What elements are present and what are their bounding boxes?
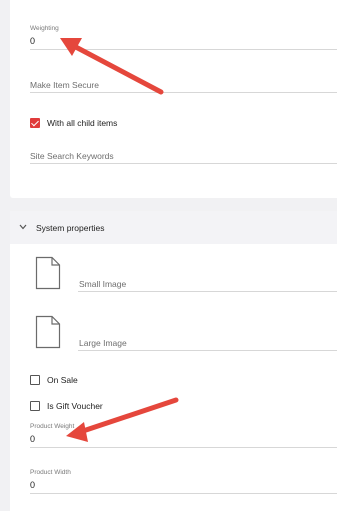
annotation-overlay bbox=[60, 38, 179, 442]
arrow-annotation-weighting bbox=[60, 38, 164, 95]
arrow-annotation-product-weight bbox=[66, 397, 179, 442]
